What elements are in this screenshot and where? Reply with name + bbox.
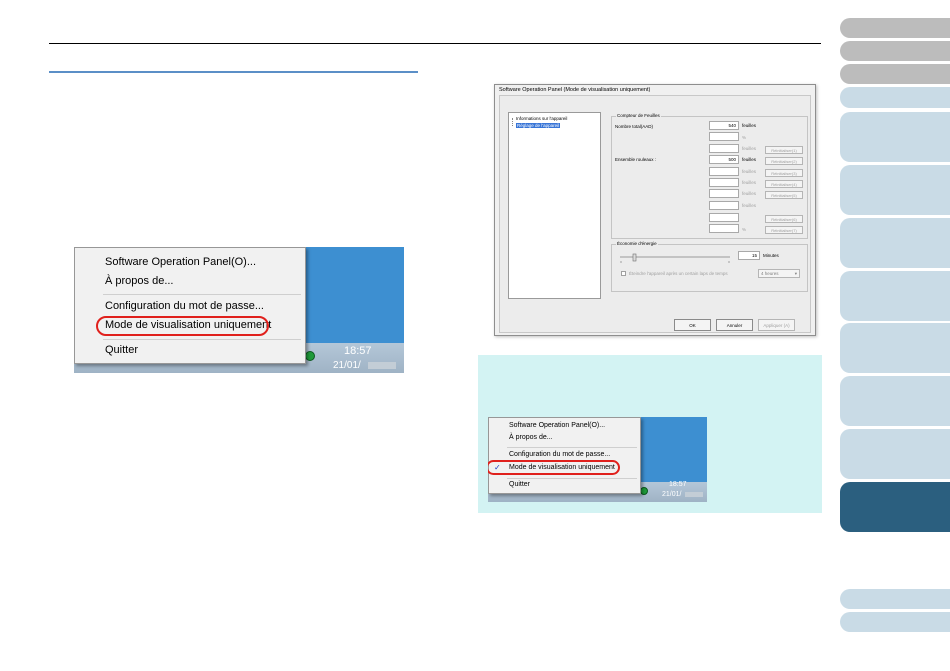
clock-time: 18:57 [344,345,372,357]
ok-button[interactable]: OK [674,319,711,331]
menu-item-password-config[interactable]: Configuration du mot de passe... [105,300,264,312]
counter-unit: feuilles [742,203,757,208]
tree-item-device-info[interactable]: Informations sur l'appareil [516,116,567,121]
counter-percent: % [742,135,747,140]
settings-tree: Informations sur l'appareil Réglage de l… [508,112,601,299]
counter-unit: feuilles [742,146,757,151]
counter-box [709,178,739,187]
auto-off-label: Éteindre l'appareil après un certain lap… [629,271,728,276]
tree-item-device-settings[interactable]: Réglage de l'appareil [516,123,561,128]
counter-box [709,201,739,210]
menu-separator [507,478,637,479]
context-menu: Software Operation Panel(O)... À propos … [488,417,641,494]
nav-tab-12-active[interactable] [840,482,950,532]
context-menu: Software Operation Panel(O)... À propos … [74,247,306,364]
context-menu-checked-screenshot: 18:57 21/01/ Software Operation Panel(O)… [488,417,707,502]
nav-tab-8[interactable] [840,271,950,321]
menu-item-quit[interactable]: Quitter [105,344,138,356]
header-rule [49,43,821,44]
counter-box [709,144,739,153]
counter-box [709,189,739,198]
nav-tab-13[interactable] [840,589,950,609]
menu-item-quit[interactable]: Quitter [509,481,530,488]
nav-tab-6[interactable] [840,165,950,215]
nav-tab-14[interactable] [840,612,950,632]
software-operation-panel-dialog: Software Operation Panel (Mode de visual… [494,84,816,336]
context-menu-screenshot: 18:57 21/01/ Software Operation Panel(O)… [74,247,404,373]
total-count-value: 540 [709,121,739,130]
energy-slider[interactable] [618,253,733,263]
reset-button-5[interactable]: Réinitialiser(5) [765,191,803,199]
menu-item-password-config[interactable]: Configuration du mot de passe... [509,451,610,458]
auto-off-value: 4 heures [761,271,779,276]
roller-count-value: 500 [709,155,739,164]
note-box: 18:57 21/01/ Software Operation Panel(O)… [478,355,822,513]
menu-separator [507,447,637,448]
menu-item-about[interactable]: À propos de... [509,434,553,441]
reset-button-6[interactable]: Réinitialiser(6) [765,215,803,223]
energy-saving-group: Économie d'énergie [611,241,808,292]
nav-tab-10[interactable] [840,376,950,426]
sheet-counter-label: Compteur de Feuilles [616,113,661,118]
auto-off-dropdown[interactable]: 4 heures ▾ [758,269,800,278]
reset-button-2[interactable]: Réinitialiser(2) [765,157,803,165]
roller-count-unit: feuilles [742,157,757,162]
nav-tab-11[interactable] [840,429,950,479]
roller-count-label: Ensemble rouleaux : [615,157,657,162]
reset-button-1[interactable]: Réinitialiser(1) [765,146,803,154]
cancel-button[interactable]: Annuler [716,319,753,331]
counter-box [709,213,739,222]
counter-percent: % [742,227,747,232]
total-count-label: Nombre total(AAD) [615,124,654,129]
date-redacted [368,362,396,369]
nav-tab-9[interactable] [840,323,950,373]
scanner-tray-icon[interactable] [305,351,315,361]
counter-unit: feuilles [742,180,757,185]
reset-button-4[interactable]: Réinitialiser(4) [765,180,803,188]
total-count-unit: feuilles [742,123,757,128]
date-redacted [685,492,703,497]
menu-item-software-operation-panel[interactable]: Software Operation Panel(O)... [105,256,256,268]
nav-tab-3[interactable] [840,64,950,84]
menu-separator [103,339,301,340]
clock-date: 21/01/ [333,360,361,371]
nav-tab-7[interactable] [840,218,950,268]
energy-minutes-unit: Minutes [763,253,779,258]
section-rule [49,71,418,73]
scanner-tray-icon[interactable] [640,487,648,495]
nav-tab-1[interactable] [840,18,950,38]
apply-button[interactable]: Appliquer (A) [758,319,795,331]
counter-unit: feuilles [742,191,757,196]
energy-saving-label: Économie d'énergie [616,241,658,246]
counter-box [709,132,739,141]
clock-date: 21/01/ [662,491,682,498]
nav-tab-4[interactable] [840,87,950,108]
reset-button-3[interactable]: Réinitialiser(3) [765,169,803,177]
counter-box [709,167,739,176]
dialog-title: Software Operation Panel (Mode de visual… [499,87,651,93]
dialog-body: Informations sur l'appareil Réglage de l… [499,95,811,333]
tree-line [512,118,514,126]
clock-time: 18:57 [669,481,687,488]
highlight-ring [488,460,620,475]
nav-tab-5[interactable] [840,112,950,162]
auto-off-checkbox[interactable] [621,271,626,276]
energy-minutes-value[interactable]: 15 [738,251,760,260]
menu-item-software-operation-panel[interactable]: Software Operation Panel(O)... [509,422,605,429]
counter-unit: feuilles [742,169,757,174]
reset-button-7[interactable]: Réinitialiser(7) [765,226,803,234]
nav-tab-2[interactable] [840,41,950,61]
menu-separator [103,294,301,295]
highlight-ring [96,316,269,336]
counter-box [709,224,739,233]
menu-item-about[interactable]: À propos de... [105,275,174,287]
chevron-down-icon: ▾ [794,271,797,276]
